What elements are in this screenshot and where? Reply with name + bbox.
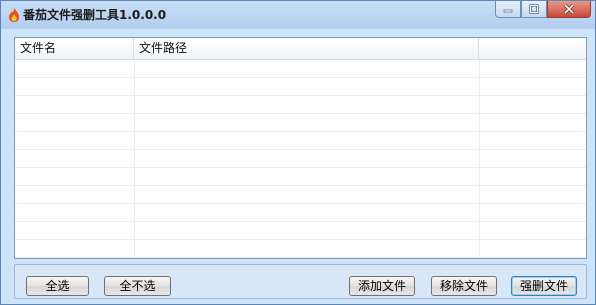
column-header-filepath[interactable]: 文件路径 bbox=[134, 38, 479, 59]
file-list-body[interactable] bbox=[15, 60, 586, 258]
select-all-button[interactable]: 全选 bbox=[26, 276, 89, 296]
minimize-button[interactable] bbox=[495, 1, 521, 18]
header-accent-strip bbox=[586, 38, 587, 59]
close-icon bbox=[563, 4, 575, 14]
maximize-icon bbox=[529, 4, 539, 14]
remove-file-button[interactable]: 移除文件 bbox=[431, 276, 497, 296]
tomato-flame-icon bbox=[9, 8, 19, 22]
column-divider bbox=[479, 60, 480, 258]
file-list[interactable]: 文件名 文件路径 bbox=[14, 37, 587, 259]
column-divider bbox=[134, 60, 135, 258]
file-list-header: 文件名 文件路径 bbox=[15, 38, 586, 60]
title-bar[interactable]: 番茄文件强删工具1.0.0.0 bbox=[1, 1, 595, 29]
window-controls bbox=[495, 1, 591, 19]
force-delete-button[interactable]: 强删文件 bbox=[511, 276, 577, 296]
minimize-icon bbox=[503, 9, 513, 13]
close-button[interactable] bbox=[547, 1, 591, 18]
maximize-button[interactable] bbox=[521, 1, 547, 18]
app-window: 番茄文件强删工具1.0.0.0 文件名 文件路径 全选 全不选 添加文件 移除文… bbox=[0, 0, 596, 305]
select-none-button[interactable]: 全不选 bbox=[104, 276, 171, 296]
add-file-button[interactable]: 添加文件 bbox=[349, 276, 415, 296]
column-header-filename[interactable]: 文件名 bbox=[15, 38, 134, 59]
window-title: 番茄文件强删工具1.0.0.0 bbox=[23, 8, 167, 22]
column-header-extra[interactable] bbox=[479, 38, 586, 59]
button-bar bbox=[14, 264, 587, 299]
